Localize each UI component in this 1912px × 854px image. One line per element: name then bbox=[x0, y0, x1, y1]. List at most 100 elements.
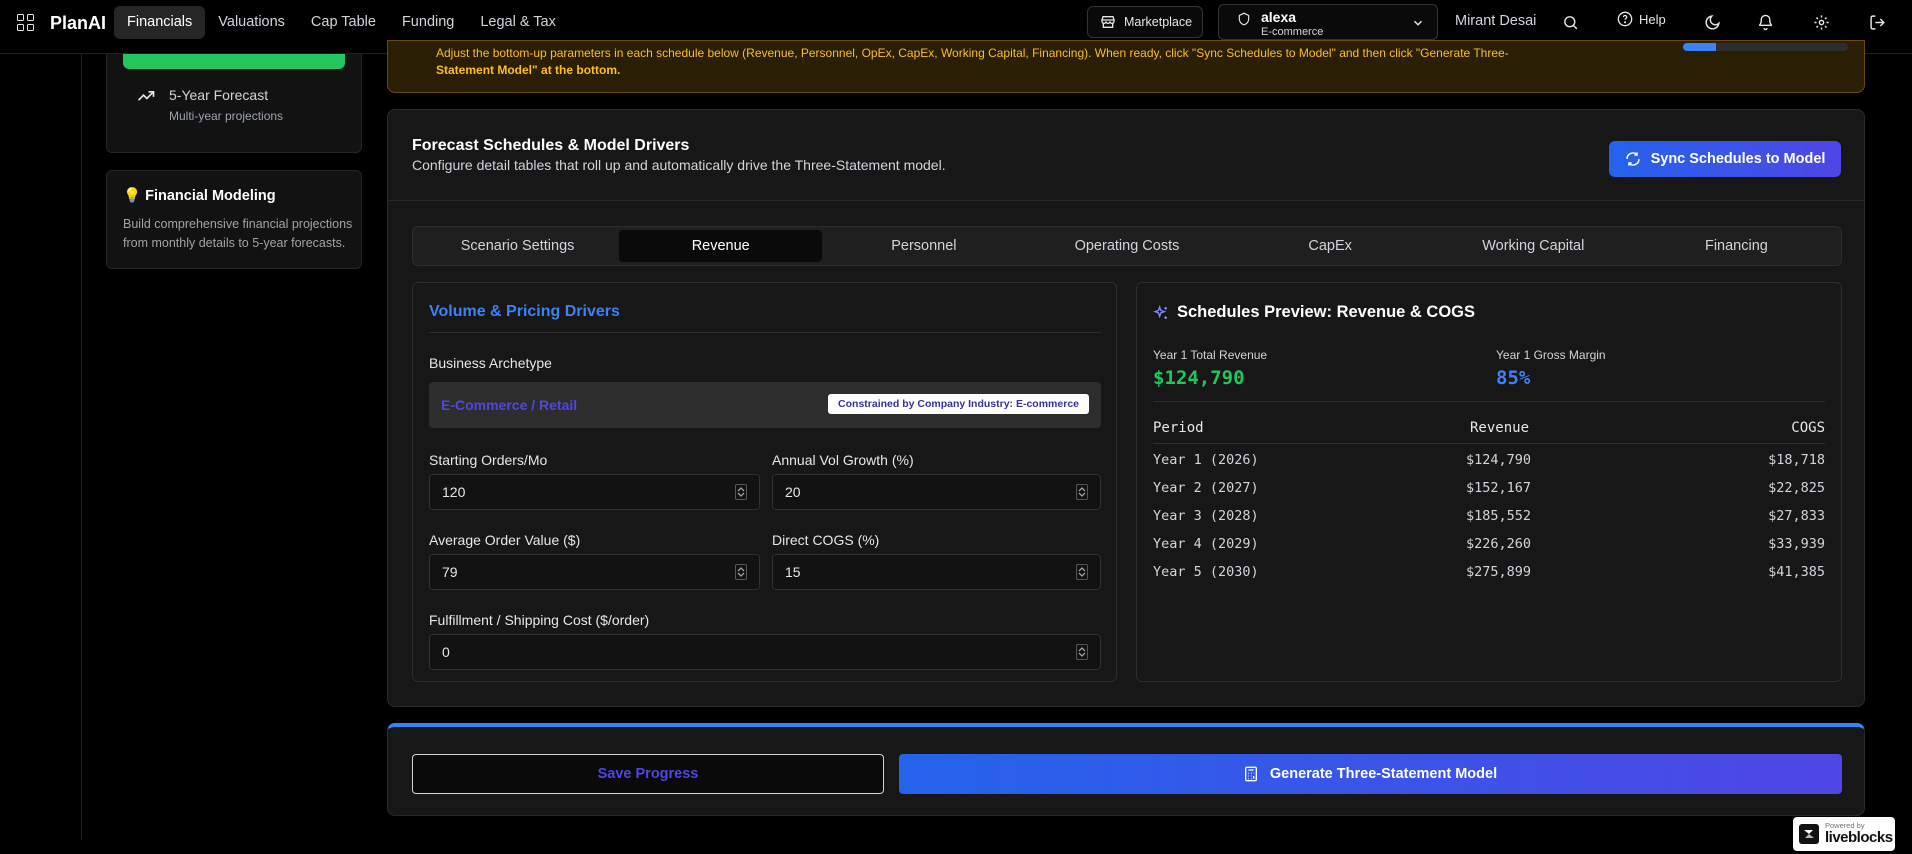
sync-schedules-button[interactable]: Sync Schedules to Model bbox=[1609, 141, 1841, 177]
marketplace-button[interactable]: Marketplace bbox=[1087, 6, 1203, 38]
forecast-schedules-panel: Forecast Schedules & Model Drivers Confi… bbox=[387, 109, 1865, 707]
row-period: Year 4 (2029) bbox=[1153, 536, 1259, 552]
notice-text: Adjust the bottom-up parameters in each … bbox=[436, 45, 1566, 79]
bell-icon[interactable] bbox=[1755, 12, 1775, 32]
tab-financing[interactable]: Financing bbox=[1635, 230, 1838, 262]
row-cogs: $18,718 bbox=[1768, 452, 1825, 468]
panel-subtitle: Configure detail tables that roll up and… bbox=[412, 157, 946, 173]
row-revenue: $124,790 bbox=[1465, 452, 1531, 468]
row-period: Year 1 (2026) bbox=[1153, 452, 1259, 468]
help-circle-icon bbox=[1617, 11, 1633, 27]
stepper-icon[interactable] bbox=[735, 564, 747, 580]
tab-operating-costs[interactable]: Operating Costs bbox=[1025, 230, 1228, 262]
nav-valuations[interactable]: Valuations bbox=[205, 6, 298, 39]
column-header-revenue: Revenue bbox=[1470, 420, 1530, 436]
fulfillment-input[interactable]: 0 bbox=[429, 634, 1101, 670]
calculator-icon bbox=[1244, 766, 1257, 782]
aov-value: 79 bbox=[442, 564, 458, 580]
panel-title: Forecast Schedules & Model Drivers bbox=[412, 137, 690, 154]
logout-icon[interactable] bbox=[1867, 12, 1887, 32]
tab-revenue[interactable]: Revenue bbox=[619, 230, 823, 262]
liveblocks-logo-icon bbox=[1799, 824, 1819, 844]
schedules-preview-card: Schedules Preview: Revenue & COGS Year 1… bbox=[1136, 282, 1842, 682]
financial-modeling-text: Build comprehensive financial projection… bbox=[123, 217, 353, 250]
search-icon[interactable] bbox=[1560, 12, 1580, 32]
preview-divider bbox=[1153, 401, 1825, 402]
starting-orders-label: Starting Orders/Mo bbox=[429, 452, 548, 468]
row-period: Year 5 (2030) bbox=[1153, 564, 1259, 580]
stepper-icon[interactable] bbox=[735, 484, 747, 500]
table-row: Year 2 (2027) $152,167 $22,825 bbox=[1153, 480, 1825, 500]
tip-title: Financial Modeling bbox=[145, 188, 276, 204]
liveblocks-badge[interactable]: Powered by liveblocks bbox=[1793, 817, 1895, 851]
nav-funding[interactable]: Funding bbox=[389, 6, 467, 39]
sidebar-item-subtitle: Multi-year projections bbox=[169, 109, 284, 123]
org-type: E-commerce bbox=[1261, 26, 1324, 38]
brand-logo[interactable]: PlanAI bbox=[50, 13, 106, 34]
notice-line-1: Adjust the bottom-up parameters in each … bbox=[436, 46, 1509, 60]
volume-pricing-card: Volume & Pricing Drivers Business Archet… bbox=[412, 282, 1117, 682]
action-bar: Save Progress Generate Three-Statement M… bbox=[387, 723, 1865, 816]
row-period: Year 2 (2027) bbox=[1153, 480, 1259, 496]
stepper-icon[interactable] bbox=[1076, 644, 1088, 660]
preview-title: Schedules Preview: Revenue & COGS bbox=[1177, 303, 1476, 321]
generate-label: Generate Three-Statement Model bbox=[1269, 766, 1498, 782]
progress-fill bbox=[1683, 43, 1716, 51]
cogs-value: 15 bbox=[785, 564, 801, 580]
nav-financials[interactable]: Financials bbox=[114, 6, 206, 39]
archetype-field: E-Commerce / Retail Constrained by Compa… bbox=[429, 382, 1101, 428]
gear-icon[interactable] bbox=[1811, 12, 1831, 32]
liveblocks-name: liveblocks bbox=[1825, 829, 1893, 846]
tab-working-capital[interactable]: Working Capital bbox=[1432, 230, 1635, 262]
sidebar-active-button[interactable] bbox=[123, 54, 345, 69]
refresh-icon bbox=[1625, 152, 1640, 166]
row-cogs: $41,385 bbox=[1768, 564, 1825, 580]
kpi-total-revenue-value: $124,790 bbox=[1153, 367, 1245, 389]
sidebar-item-5-year-forecast[interactable]: 5-Year Forecast bbox=[169, 87, 268, 103]
starting-orders-input[interactable]: 120 bbox=[429, 474, 760, 510]
aov-input[interactable]: 79 bbox=[429, 554, 760, 590]
main-nav: Financials Valuations Cap Table Funding … bbox=[114, 6, 569, 39]
progress-bar bbox=[1683, 43, 1848, 51]
tab-personnel[interactable]: Personnel bbox=[822, 230, 1025, 262]
table-row: Year 5 (2030) $275,899 $41,385 bbox=[1153, 564, 1825, 584]
apps-grid-icon[interactable] bbox=[17, 14, 35, 32]
tab-capex[interactable]: CapEx bbox=[1229, 230, 1432, 262]
sync-label: Sync Schedules to Model bbox=[1650, 151, 1826, 167]
panel-header: Forecast Schedules & Model Drivers Confi… bbox=[388, 110, 1864, 201]
gutter-divider bbox=[81, 54, 82, 840]
table-row: Year 4 (2029) $226,260 $33,939 bbox=[1153, 536, 1825, 556]
cogs-input[interactable]: 15 bbox=[772, 554, 1101, 590]
nav-legal-tax[interactable]: Legal & Tax bbox=[467, 6, 569, 39]
row-cogs: $22,825 bbox=[1768, 480, 1825, 496]
instruction-notice: Adjust the bottom-up parameters in each … bbox=[387, 40, 1865, 93]
save-progress-button[interactable]: Save Progress bbox=[412, 754, 884, 794]
section-title: Volume & Pricing Drivers bbox=[429, 303, 620, 320]
table-row: Year 1 (2026) $124,790 $18,718 bbox=[1153, 452, 1825, 472]
user-name[interactable]: Mirant Desai bbox=[1455, 13, 1536, 29]
cogs-label: Direct COGS (%) bbox=[772, 532, 880, 548]
generate-model-button[interactable]: Generate Three-Statement Model bbox=[899, 754, 1842, 794]
stepper-icon[interactable] bbox=[1076, 564, 1088, 580]
kpi-total-revenue-label: Year 1 Total Revenue bbox=[1153, 348, 1268, 362]
lightbulb-icon: 💡 bbox=[123, 188, 142, 204]
moon-icon[interactable] bbox=[1702, 12, 1722, 32]
fulfillment-label: Fulfillment / Shipping Cost ($/order) bbox=[429, 612, 650, 628]
nav-cap-table[interactable]: Cap Table bbox=[298, 6, 389, 39]
notice-line-2: Statement Model" at the bottom. bbox=[436, 63, 621, 77]
aov-label: Average Order Value ($) bbox=[429, 532, 581, 548]
help-button[interactable]: Help bbox=[1617, 11, 1666, 27]
fulfillment-value: 0 bbox=[442, 644, 450, 660]
organization-select[interactable]: alexa E-commerce bbox=[1218, 4, 1438, 40]
kpi-gross-margin-label: Year 1 Gross Margin bbox=[1496, 348, 1606, 362]
row-revenue: $185,552 bbox=[1465, 508, 1531, 524]
help-label: Help bbox=[1639, 11, 1666, 27]
schedule-tabs: Scenario Settings Revenue Personnel Oper… bbox=[412, 226, 1842, 266]
row-revenue: $152,167 bbox=[1465, 480, 1531, 496]
tab-scenario-settings[interactable]: Scenario Settings bbox=[416, 230, 619, 262]
vol-growth-input[interactable]: 20 bbox=[772, 474, 1101, 510]
row-revenue: $275,899 bbox=[1465, 564, 1531, 580]
starting-orders-value: 120 bbox=[442, 484, 466, 500]
chevron-down-icon bbox=[1413, 20, 1423, 26]
stepper-icon[interactable] bbox=[1076, 484, 1088, 500]
